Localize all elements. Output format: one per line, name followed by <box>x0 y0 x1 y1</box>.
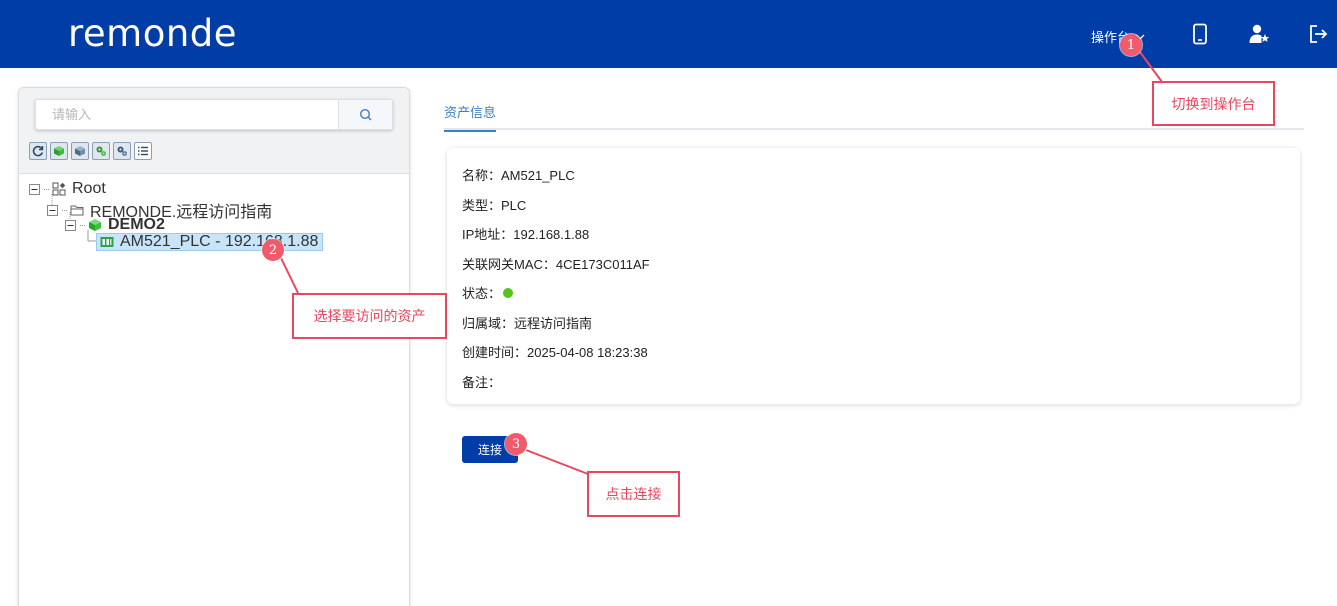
collapse-devices-button[interactable] <box>113 142 131 160</box>
tree-toolbar-zone <box>19 88 409 174</box>
asset-tree-panel: Root REMONDE.远程访问指南 DEMO2 AM521_PLC - 19… <box>18 87 410 606</box>
tree-node-root[interactable]: Root <box>29 180 106 198</box>
user-star-icon[interactable] <box>1248 23 1270 45</box>
tree-node-gateway[interactable]: DEMO2 <box>65 216 165 234</box>
callout-click-connect: 点击连接 <box>587 471 680 517</box>
info-mac: 关联网关MAC：4CE173C011AF <box>462 257 650 272</box>
callout-select-asset: 选择要访问的资产 <box>292 293 447 339</box>
search-input[interactable] <box>36 100 338 129</box>
tree-node-asset[interactable]: AM521_PLC - 192.168.1.88 <box>96 233 324 251</box>
root-grid-icon <box>52 182 66 196</box>
mobile-icon[interactable] <box>1189 23 1211 45</box>
expand-devices-button[interactable] <box>92 142 110 160</box>
info-status-label: 状态： <box>462 286 502 301</box>
step-badge-1: 1 <box>1120 34 1142 56</box>
info-domain: 归属域：远程访问指南 <box>462 316 593 331</box>
tree-label-gateway: DEMO2 <box>108 216 165 233</box>
status-online-dot <box>503 287 514 298</box>
search-icon <box>359 108 371 120</box>
list-view-button[interactable] <box>134 142 152 160</box>
info-name: 名称：AM521_PLC <box>462 168 575 183</box>
plc-device-icon <box>100 237 114 247</box>
list-icon <box>138 146 148 156</box>
collapse-toggle-icon[interactable] <box>65 219 76 231</box>
collapse-toggle-icon[interactable] <box>47 204 58 216</box>
settings-icon <box>117 146 127 156</box>
tree-label-root: Root <box>72 180 106 197</box>
callout-switch-console: 切换到操作台 <box>1152 81 1275 126</box>
info-ip: IP地址：192.168.1.88 <box>462 227 590 242</box>
search-box <box>35 99 393 130</box>
info-status: 状态： <box>462 283 514 302</box>
info-type: 类型：PLC <box>462 198 527 213</box>
logout-icon[interactable] <box>1307 23 1329 45</box>
expand-gateways-button[interactable] <box>50 142 68 160</box>
settings-green-icon <box>96 146 106 156</box>
step-badge-2: 2 <box>262 239 284 261</box>
search-button[interactable] <box>338 100 392 129</box>
cube-green-icon <box>54 146 64 156</box>
info-remark: 备注： <box>462 375 502 390</box>
collapse-toggle-icon[interactable] <box>29 183 40 195</box>
top-header: remonde 操作台 <box>0 0 1337 68</box>
gateway-cube-icon <box>89 219 101 231</box>
tab-asset-info[interactable]: 资产信息 <box>444 102 497 132</box>
info-created: 创建时间：2025-04-08 18:23:38 <box>462 345 648 360</box>
folder-icon <box>70 205 84 216</box>
refresh-icon <box>32 145 44 157</box>
app-root: remonde 操作台 请输入 Root REMONDE.远程访问指南 DEMO… <box>0 0 1337 606</box>
tree-label-asset: AM521_PLC - 192.168.1.88 <box>120 233 319 250</box>
brand-logo[interactable]: remonde <box>68 12 237 55</box>
asset-info-card: 名称：AM521_PLC 类型：PLC IP地址：192.168.1.88 关联… <box>447 148 1300 404</box>
collapse-gateways-button[interactable] <box>71 142 89 160</box>
cube-icon <box>75 146 85 156</box>
refresh-button[interactable] <box>29 142 47 160</box>
step-badge-3: 3 <box>505 433 527 455</box>
tree-toolbar <box>29 142 152 160</box>
